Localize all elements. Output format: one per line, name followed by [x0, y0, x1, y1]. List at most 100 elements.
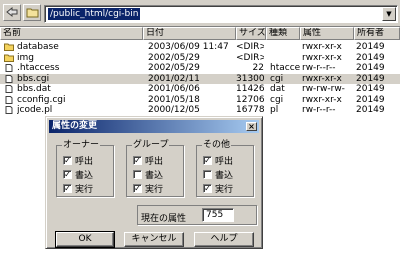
- dialog-titlebar[interactable]: 属性の変更 ×: [49, 120, 259, 133]
- attribute-dialog: 属性の変更 × オーナー ✓ 呼出 ✓ 書込 ✓ 実行 グループ ✓ 呼出 書込 ✓ 実行 その他 ✓ 呼出書…: [45, 116, 263, 249]
- permission-checkbox[interactable]: 書込: [203, 168, 233, 181]
- table-row[interactable]: .htaccess 2002/05/29 22 htaccessrw-r--r-- 20…: [0, 63, 400, 73]
- file-owner: 20149: [356, 73, 385, 84]
- file-owner: 20149: [356, 63, 385, 73]
- permission-group: グループ ✓ 呼出書込 ✓ 実行: [126, 140, 184, 197]
- folder-open-icon: [26, 8, 38, 18]
- file-attr: rwxr-xr-x: [302, 52, 342, 63]
- file-type: [270, 53, 300, 63]
- file-owner: 20149: [356, 94, 385, 105]
- file-type: dat: [270, 84, 285, 94]
- ok-button[interactable]: OK: [55, 231, 115, 248]
- permission-checkbox[interactable]: ✓ 呼出: [203, 154, 233, 167]
- checkbox-box[interactable]: ✓: [133, 184, 142, 193]
- table-row[interactable]: jcode.pl 2000/12/05 16778 pl rw-r--r-- 20149: [0, 105, 400, 115]
- folder-button[interactable]: [23, 4, 41, 21]
- file-type: cgi: [270, 73, 284, 84]
- file-icon: [5, 85, 13, 93]
- permission-group: オーナー ✓ 呼出 ✓ 書込 ✓ 実行: [56, 140, 114, 197]
- file-date: 2001/02/11: [148, 73, 200, 84]
- file-owner: 20149: [356, 42, 385, 52]
- checkbox-label: 実行: [75, 185, 94, 195]
- back-button[interactable]: [3, 4, 21, 21]
- file-name: cconfig.cgi: [17, 94, 66, 105]
- table-row[interactable]: cconfig.cgi 2001/05/18 12706 cgi rwxr-xr-x 20…: [0, 95, 400, 105]
- current-attr-input[interactable]: 755: [202, 208, 234, 222]
- permission-checkbox[interactable]: ✓ 実行: [203, 182, 233, 195]
- column-attr[interactable]: 属性: [300, 27, 354, 40]
- file-date: 2002/05/29: [148, 63, 200, 73]
- file-attr: rw-rw-rw-: [302, 84, 345, 94]
- column-name[interactable]: 名前: [0, 27, 143, 40]
- group-label: グループ: [132, 140, 170, 151]
- file-type: [270, 42, 300, 52]
- file-icon: [5, 64, 13, 72]
- permission-checkbox[interactable]: 書込: [133, 168, 163, 181]
- file-attr: rw-r--r--: [302, 105, 336, 115]
- file-icon: [5, 74, 13, 83]
- file-date: 2003/06/09 11:47: [148, 42, 229, 52]
- file-name: .htaccess: [17, 63, 60, 73]
- permission-checkbox[interactable]: ✓ 実行: [133, 182, 163, 195]
- column-type[interactable]: 種類: [266, 27, 300, 40]
- file-owner: 20149: [356, 52, 385, 63]
- checkbox-label: 呼出: [75, 157, 94, 167]
- file-icon: [5, 106, 13, 114]
- checkbox-box[interactable]: ✓: [63, 156, 72, 165]
- file-attr: rwxr-xr-x: [302, 73, 342, 84]
- file-date: 2001/06/06: [148, 84, 200, 94]
- column-size[interactable]: サイズ: [236, 27, 266, 40]
- cancel-button[interactable]: キャンセル: [124, 232, 184, 247]
- chevron-down-icon[interactable]: ▼: [382, 7, 396, 21]
- table-row[interactable]: bbs.dat 2001/06/06 11426 dat rw-rw-rw- 20149: [0, 84, 400, 94]
- permission-checkbox[interactable]: ✓ 呼出: [63, 154, 93, 167]
- file-size: 11426: [236, 84, 264, 94]
- permission-checkbox[interactable]: ✓ 呼出: [133, 154, 163, 167]
- file-attr: rwxr-xr-x: [302, 42, 342, 52]
- checkbox-box[interactable]: [203, 170, 212, 179]
- file-date: 2000/12/05: [148, 105, 200, 115]
- file-size: <DIR>: [236, 52, 264, 63]
- back-arrow-icon: [6, 7, 18, 18]
- file-owner: 20149: [356, 84, 385, 94]
- table-row[interactable]: database 2003/06/09 11:47 <DIR> rwxr-xr-x 20…: [0, 42, 400, 52]
- checkbox-label: 書込: [75, 171, 94, 181]
- file-attr: rwxr-xr-x: [302, 94, 342, 105]
- file-date: 2001/05/18: [148, 94, 200, 105]
- checkbox-box[interactable]: ✓: [63, 170, 72, 179]
- file-attr: rw-r--r--: [302, 63, 336, 73]
- column-owner[interactable]: 所有者: [354, 27, 400, 40]
- group-label: その他: [202, 140, 232, 151]
- permission-checkbox[interactable]: ✓ 実行: [63, 182, 93, 195]
- table-row[interactable]: img 2002/05/29 <DIR> rwxr-xr-x 20149: [0, 53, 400, 63]
- checkbox-box[interactable]: [133, 170, 142, 179]
- permission-checkbox[interactable]: ✓ 書込: [63, 168, 93, 181]
- close-icon[interactable]: ×: [246, 122, 257, 131]
- help-button[interactable]: ヘルプ: [194, 232, 254, 247]
- file-size: <DIR>: [236, 42, 264, 52]
- checkbox-label: 書込: [145, 171, 164, 181]
- table-row[interactable]: bbs.cgi 2001/02/11 31300 cgi rwxr-xr-x 20149: [0, 73, 400, 84]
- checkbox-box[interactable]: ✓: [63, 184, 72, 193]
- file-type: pl: [270, 105, 279, 115]
- column-date[interactable]: 日付: [143, 27, 236, 40]
- checkbox-label: 実行: [215, 185, 234, 195]
- file-icon: [5, 95, 13, 104]
- file-size: 16778: [236, 105, 264, 115]
- current-attr-label: 現在の属性: [141, 214, 187, 224]
- checkbox-label: 呼出: [215, 157, 234, 167]
- checkbox-box[interactable]: ✓: [133, 156, 142, 165]
- dialog-title: 属性の変更: [52, 121, 98, 131]
- permission-group: その他 ✓ 呼出 書込 ✓ 実行: [196, 140, 254, 197]
- file-type: cgi: [270, 94, 284, 105]
- path-combobox[interactable]: /public_html/cgi-bin ▼: [44, 5, 398, 23]
- file-type: htaccess: [270, 63, 300, 73]
- checkbox-box[interactable]: ✓: [203, 156, 212, 165]
- file-size: 12706: [236, 94, 264, 105]
- file-name: bbs.cgi: [17, 73, 50, 84]
- file-size: 31300: [236, 73, 264, 84]
- file-name: database: [17, 42, 59, 52]
- checkbox-label: 書込: [215, 171, 234, 181]
- checkbox-box[interactable]: ✓: [203, 184, 212, 193]
- list-header: 名前 日付 サイズ 種類 属性 所有者: [0, 27, 400, 40]
